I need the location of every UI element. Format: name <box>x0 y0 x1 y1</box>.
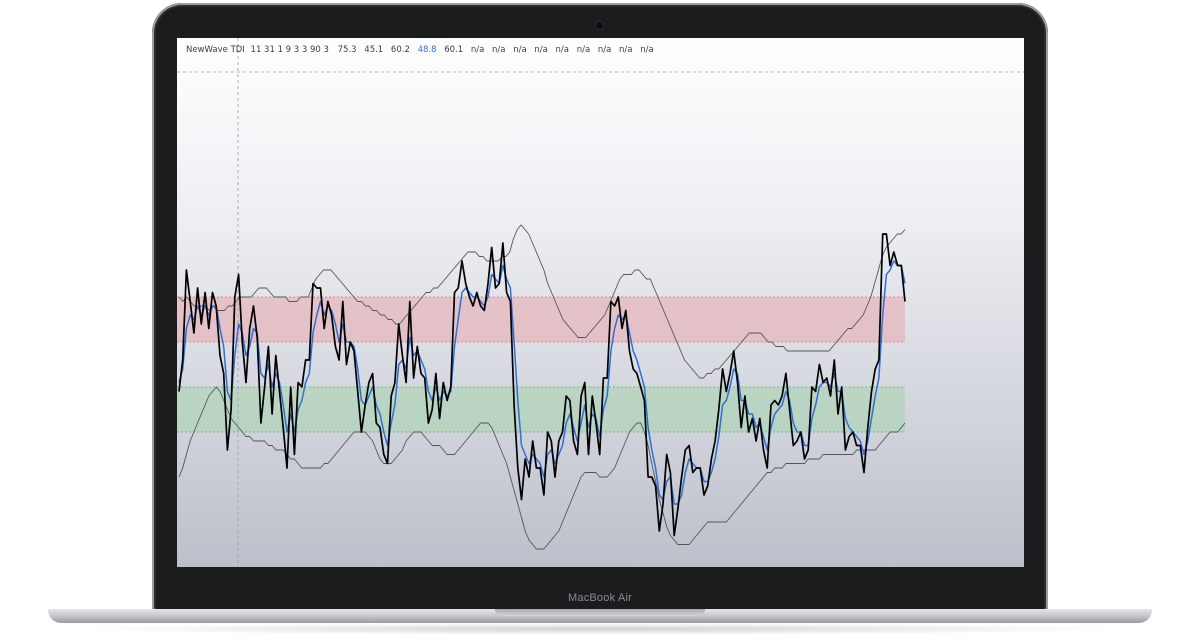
rsi-line <box>178 233 906 537</box>
legend-value: 75.3 <box>337 45 357 55</box>
legend-value: n/a <box>470 45 485 55</box>
legend-value: n/a <box>597 45 612 55</box>
legend-value: 60.1 <box>444 45 464 55</box>
legend-value: n/a <box>640 45 654 55</box>
overbought-zone <box>177 297 905 342</box>
legend-title: NewWave TDI <box>186 45 245 55</box>
legend-value: n/a <box>555 45 569 55</box>
zones-layer <box>177 296 905 433</box>
camera-icon <box>596 22 603 29</box>
base-shadow <box>70 623 1130 635</box>
chart-screen[interactable]: NewWave TDI 11 31 1 9 3 3 90 3 75.3 45.1… <box>177 38 1024 567</box>
legend-value: n/a <box>576 45 591 55</box>
legend-params: 11 31 1 9 3 3 90 3 <box>250 45 329 55</box>
laptop-notch <box>495 609 705 616</box>
tdi-chart[interactable] <box>177 38 1024 567</box>
indicator-legend[interactable]: NewWave TDI 11 31 1 9 3 3 90 3 75.3 45.1… <box>186 45 659 55</box>
legend-value-highlight: 48.8 <box>417 45 437 55</box>
brand-label: MacBook Air <box>568 592 632 604</box>
legend-value: n/a <box>534 45 548 55</box>
legend-value: 45.1 <box>364 45 384 55</box>
legend-value: n/a <box>492 45 506 55</box>
legend-value: n/a <box>619 45 633 55</box>
legend-value: 60.2 <box>390 45 410 55</box>
legend-value: n/a <box>513 45 527 55</box>
